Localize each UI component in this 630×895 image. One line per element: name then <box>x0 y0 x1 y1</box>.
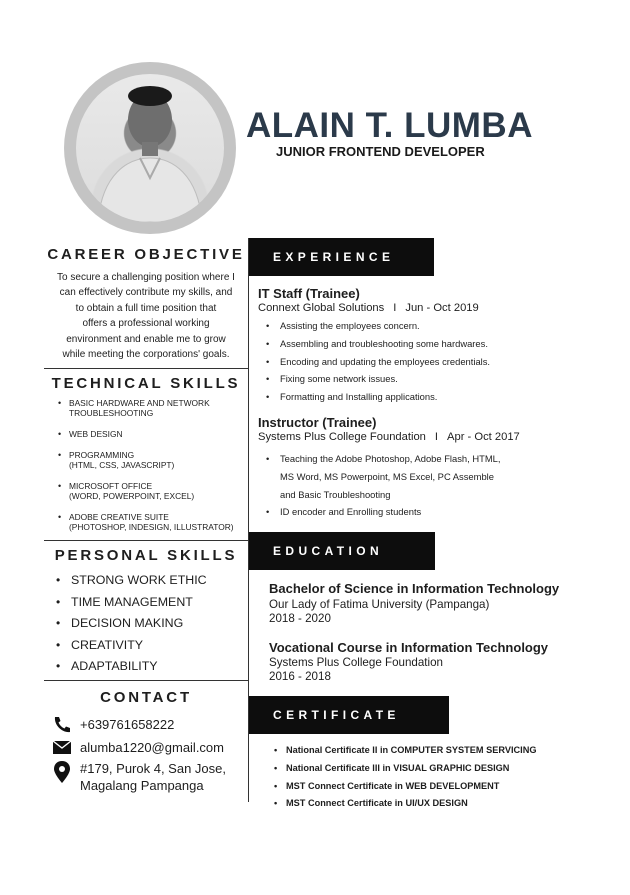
school-years: 2016 - 2018 <box>269 670 331 683</box>
list-item: MST Connect Certificate in WEB DEVELOPME… <box>272 778 602 796</box>
list-item: Fixing some network issues. <box>260 370 600 388</box>
contact-title: CONTACT <box>100 689 192 706</box>
school-name: Our Lady of Fatima University (Pampanga) <box>269 598 490 611</box>
job-title: Instructor (Trainee) <box>258 415 377 430</box>
phone-icon <box>52 716 74 734</box>
list-item: National Certificate III in VISUAL GRAPH… <box>272 760 602 778</box>
list-item: PROGRAMMING(HTML, CSS, JAVASCRIPT) <box>56 450 251 470</box>
certificate-header: CERTIFICATE <box>249 696 449 734</box>
certificate-list: National Certificate II in COMPUTER SYST… <box>272 742 602 813</box>
list-item: CREATIVITY <box>54 635 249 657</box>
objective-line: environment and enable me to grow <box>66 333 226 345</box>
objective-line: to obtain a full time position that <box>75 302 217 314</box>
list-item: Encoding and updating the employees cred… <box>260 353 600 371</box>
job-meta: Connext Global Solutions I Jun - Oct 2019 <box>258 302 479 314</box>
contact-email: alumba1220@gmail.com <box>52 739 252 757</box>
list-item: ADOBE CREATIVE SUITE(PHOTOSHOP, INDESIGN… <box>56 512 251 532</box>
list-item: Teaching the Adobe Photoshop, Adobe Flas… <box>260 450 600 503</box>
address-line: Magalang Pampanga <box>80 778 204 793</box>
experience-header: EXPERIENCE <box>249 238 434 276</box>
objective-line: can effectively contribute my skills, an… <box>59 287 233 299</box>
school-name: Systems Plus College Foundation <box>269 656 443 669</box>
objective-line: while meeting the corporations' goals. <box>62 349 230 361</box>
job-title: IT Staff (Trainee) <box>258 286 360 301</box>
section-divider <box>44 540 248 541</box>
list-item: National Certificate II in COMPUTER SYST… <box>272 742 602 760</box>
contact-phone: +639761658222 <box>52 716 252 734</box>
education-header: EDUCATION <box>249 532 435 570</box>
objective-line: To secure a challenging position where I <box>57 272 235 283</box>
list-item: ADAPTABILITY <box>54 656 249 678</box>
contact-address: #179, Purok 4, San Jose, Magalang Pampan… <box>52 760 252 794</box>
technical-skills-title: TECHNICAL SKILLS <box>51 375 241 392</box>
mail-icon <box>52 739 74 757</box>
job-duties-list: Teaching the Adobe Photoshop, Adobe Flas… <box>260 450 600 521</box>
full-name: ALAIN T. LUMBA <box>246 106 533 145</box>
list-item: BASIC HARDWARE AND NETWORKTROUBLESHOOTIN… <box>56 398 251 418</box>
list-item: STRONG WORK ETHIC <box>54 570 249 592</box>
career-objective-text: To secure a challenging position where I… <box>44 270 248 362</box>
job-duties-list: Assisting the employees concern. Assembl… <box>260 317 600 406</box>
list-item: ID encoder and Enrolling students <box>260 503 600 521</box>
degree-title: Vocational Course in Information Technol… <box>269 640 549 655</box>
job-role: JUNIOR FRONTEND DEVELOPER <box>276 144 485 159</box>
list-item: WEB DESIGN <box>56 429 251 439</box>
degree-title: Bachelor of Science in Information Techn… <box>269 581 560 596</box>
objective-line: offers a professional working <box>82 318 210 330</box>
personal-skills-title: PERSONAL SKILLS <box>54 547 238 564</box>
section-divider <box>44 680 248 681</box>
list-item: Assembling and troubleshooting some hard… <box>260 335 600 353</box>
technical-skills-list: BASIC HARDWARE AND NETWORKTROUBLESHOOTIN… <box>56 398 251 543</box>
personal-skills-list: STRONG WORK ETHIC TIME MANAGEMENT DECISI… <box>54 570 249 678</box>
list-item: Assisting the employees concern. <box>260 317 600 335</box>
address-line: #179, Purok 4, San Jose, <box>80 761 226 776</box>
career-objective-title: CAREER OBJECTIVE <box>47 246 245 263</box>
person-silhouette-icon <box>97 86 203 222</box>
job-meta: Systems Plus College Foundation I Apr - Oc… <box>258 431 520 443</box>
list-item: MICROSOFT OFFICE(WORD, POWERPOINT, EXCEL… <box>56 481 251 501</box>
school-years: 2018 - 2020 <box>269 612 331 625</box>
profile-photo <box>76 74 224 222</box>
list-item: MST Connect Certificate in UI/UX DESIGN <box>272 795 602 813</box>
list-item: Formatting and Installing applications. <box>260 388 600 406</box>
location-pin-icon <box>52 760 74 783</box>
list-item: DECISION MAKING <box>54 613 249 635</box>
section-divider <box>44 368 248 369</box>
list-item: TIME MANAGEMENT <box>54 592 249 614</box>
